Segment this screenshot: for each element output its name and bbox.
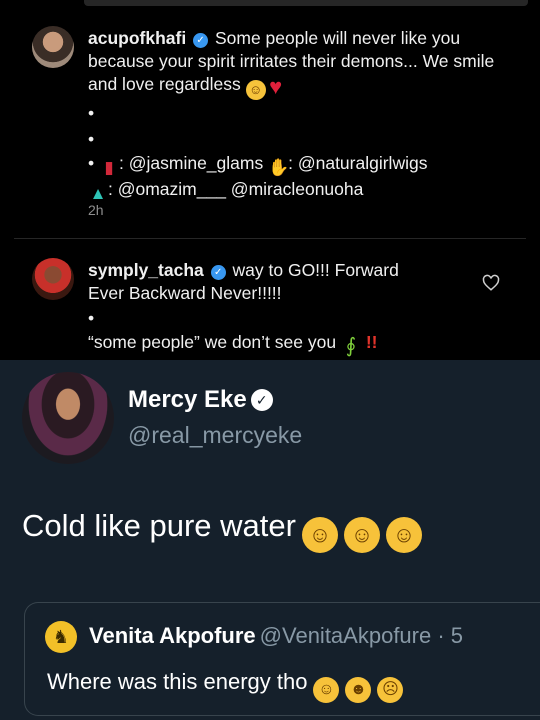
credit-makeup[interactable]: : @jasmine_glams — [119, 153, 263, 173]
comment-text: way to GO!!! Forward — [232, 260, 399, 280]
credits-line-1: • ▮ : @jasmine_glams ✋: @naturalgirlwigs — [88, 152, 518, 178]
comment-username[interactable]: acupofkhafi — [88, 28, 186, 48]
verified-badge-icon: ✓ — [250, 389, 273, 411]
joy-emoji-icon: ☺ — [343, 517, 380, 553]
lizard-emoji-icon: ∮ — [345, 335, 357, 357]
comment-text: Ever Backward Never!!!!! — [88, 283, 282, 303]
joy-emoji-icon: ☺ — [301, 517, 338, 553]
avatar[interactable]: ♞ — [45, 621, 77, 653]
display-name-text: Mercy Eke — [128, 386, 247, 413]
credits-line-2: ▲: @omazim___ @miracleonuoha — [88, 178, 518, 204]
top-bar — [84, 0, 528, 6]
exclamation-emoji: !! — [365, 332, 378, 352]
comment-timestamp: 2h — [88, 202, 104, 218]
quoted-tweet-text: Where was this energy tho ☺ ☻ ☹ — [47, 669, 404, 703]
joy-emoji-icon: ☺ — [313, 677, 340, 703]
credit-hair[interactable]: : @naturalgirlwigs — [288, 153, 427, 173]
weary-emoji-icon: ☹ — [377, 677, 404, 703]
quoted-author[interactable]: Venita Akpofure @VenitaAkpofure · 5 — [89, 623, 463, 649]
quoted-tweet[interactable]: ♞ Venita Akpofure @VenitaAkpofure · 5 Whe… — [24, 602, 540, 716]
quoted-text-content: Where was this energy tho — [47, 669, 308, 694]
heart-outline-icon[interactable] — [482, 274, 500, 292]
bullet: • — [88, 129, 95, 149]
avatar[interactable] — [22, 372, 114, 464]
lipstick-emoji-icon: ▮ — [104, 158, 114, 177]
comment-body: acupofkhafi ✓ Some people will never lik… — [88, 27, 518, 204]
tweet-text: Cold like pure water ☺ ☺ ☺ — [22, 508, 422, 553]
rofl-emoji-icon: ☻ — [345, 677, 372, 703]
comment-username[interactable]: symply_tacha — [88, 260, 204, 280]
verified-badge-icon: ✓ — [193, 33, 209, 48]
tweet-card[interactable]: Mercy Eke ✓ @real_mercyeke Cold like pure… — [0, 360, 540, 720]
red-heart-emoji-icon: ♥ — [269, 74, 283, 99]
user-handle[interactable]: @real_mercyeke — [128, 422, 302, 449]
instagram-comments-panel: acupofkhafi ✓ Some people will never lik… — [0, 0, 540, 360]
quoted-author-handle: @VenitaAkpofure · 5 — [259, 623, 464, 648]
quoted-author-name: Venita Akpofure — [89, 623, 256, 648]
tweet-text-content: Cold like pure water — [22, 508, 296, 543]
comment-text: “some people” we don’t see you — [88, 332, 337, 352]
smiling-face-emoji-icon: ☺ — [245, 80, 266, 100]
joy-emoji-icon: ☺ — [385, 517, 422, 553]
verified-badge-icon: ✓ — [210, 265, 226, 280]
credit-outfit[interactable]: : @omazim___ @miracleonuoha — [108, 179, 363, 199]
dress-emoji-icon: ▲ — [89, 184, 107, 203]
bullet: • — [88, 153, 95, 173]
bullet: • — [88, 308, 95, 328]
avatar[interactable] — [32, 258, 74, 300]
bullet: • — [88, 103, 95, 123]
divider — [14, 238, 526, 239]
nail-polish-emoji-icon: ✋ — [268, 158, 290, 177]
comment-body: symply_tacha ✓ way to GO!!! Forward Ever… — [88, 259, 518, 356]
display-name[interactable]: Mercy Eke ✓ — [128, 386, 273, 414]
avatar[interactable] — [32, 26, 74, 68]
